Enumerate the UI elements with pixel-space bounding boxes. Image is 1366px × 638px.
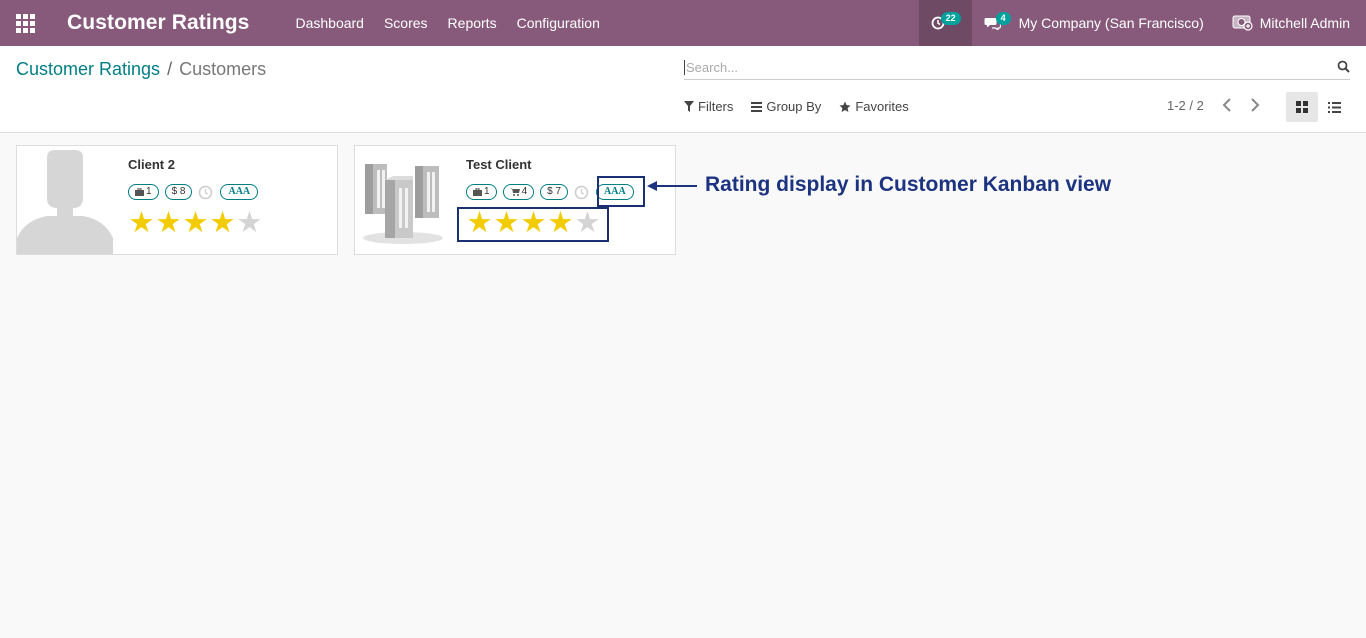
search-input[interactable] — [684, 60, 1324, 75]
sales-count: 1 — [146, 186, 152, 197]
breadcrumb-root-link[interactable]: Customer Ratings — [16, 59, 160, 79]
menu-reports[interactable]: Reports — [448, 15, 497, 31]
top-navbar: Customer Ratings Dashboard Scores Report… — [0, 0, 1366, 46]
card-customer-name: Client 2 — [128, 157, 175, 172]
message-count-badge: 4 — [995, 12, 1011, 25]
rating-star-3[interactable]: ★ — [182, 208, 209, 238]
kanban-card-client-2[interactable]: Client 2 1 $ 8 AAA ★ ★ ★ ★ ★ — [16, 145, 338, 255]
pager-next-icon[interactable] — [1250, 98, 1260, 117]
activity-clock-icon[interactable] — [574, 185, 589, 200]
breadcrumb-current: Customers — [179, 59, 267, 79]
company-switcher[interactable]: My Company (San Francisco) — [1019, 15, 1204, 31]
star-icon — [839, 101, 851, 112]
filters-label: Filters — [698, 99, 734, 114]
filters-button[interactable]: Filters — [684, 99, 733, 114]
cart-icon — [509, 188, 520, 196]
pager-previous-icon[interactable] — [1222, 98, 1232, 117]
activity-menu[interactable]: 22 — [918, 0, 972, 46]
rating-star-5[interactable]: ★ — [236, 208, 263, 238]
card-customer-name: Test Client — [466, 157, 532, 172]
control-panel: Customer Ratings / Customers Filters Group… — [0, 46, 1366, 133]
activity-clock-icon[interactable] — [198, 185, 213, 200]
rating-star-4[interactable]: ★ — [209, 208, 236, 238]
filter-icon — [684, 101, 694, 112]
favorites-label: Favorites — [855, 99, 909, 114]
briefcase-icon — [135, 188, 144, 196]
sales-count: 1 — [484, 186, 490, 197]
user-avatar-icon — [1232, 13, 1254, 34]
invoiced-amount: $ 8 — [171, 186, 186, 197]
list-view-button[interactable] — [1318, 92, 1350, 122]
rating-star-1[interactable]: ★ — [128, 208, 155, 238]
menu-configuration[interactable]: Configuration — [517, 15, 600, 31]
app-title: Customer Ratings — [67, 11, 250, 34]
search-icon[interactable] — [1337, 60, 1350, 78]
briefcase-icon — [473, 188, 482, 196]
stars-highlight — [457, 207, 609, 242]
bars-icon — [751, 101, 763, 112]
apps-grid-icon — [15, 13, 35, 33]
rating-star-2[interactable]: ★ — [155, 208, 182, 238]
search-options: Filters Group By Favorites — [684, 99, 927, 114]
invoiced-badge[interactable]: $ 7 — [540, 184, 569, 200]
group-by-label: Group By — [766, 99, 822, 114]
kanban-grid-icon — [1296, 101, 1308, 113]
sales-badge[interactable]: 1 — [466, 184, 497, 200]
search-bar — [684, 56, 1350, 80]
user-name: Mitchell Admin — [1259, 15, 1350, 31]
menu-dashboard[interactable]: Dashboard — [295, 15, 364, 31]
user-menu[interactable]: Mitchell Admin — [1232, 13, 1350, 34]
company-buildings-image — [355, 146, 451, 254]
pager-value[interactable]: 1-2 / 2 — [1167, 98, 1204, 113]
purchases-count: 4 — [521, 186, 528, 197]
list-icon — [1327, 101, 1341, 113]
rating-badge[interactable]: AAA — [220, 184, 259, 200]
kanban-view-button[interactable] — [1286, 92, 1318, 122]
invoiced-amount: $ 7 — [547, 186, 562, 197]
purchases-badge[interactable]: 4 — [502, 184, 535, 200]
breadcrumb-separator: / — [167, 59, 173, 79]
menu-scores[interactable]: Scores — [384, 15, 428, 31]
annotation-arrow-icon — [647, 181, 697, 191]
activity-count-badge: 22 — [940, 12, 961, 25]
card-badges: 1 $ 8 AAA — [128, 184, 264, 200]
apps-menu-button[interactable] — [0, 0, 50, 46]
favorites-button[interactable]: Favorites — [839, 99, 909, 114]
rating-badge-highlight — [597, 176, 645, 207]
invoiced-badge[interactable]: $ 8 — [164, 184, 193, 200]
breadcrumb: Customer Ratings / Customers — [16, 59, 266, 80]
group-by-button[interactable]: Group By — [751, 99, 821, 114]
star-rating: ★ ★ ★ ★ ★ — [128, 208, 263, 238]
messaging-menu[interactable]: 4 — [972, 0, 1013, 46]
person-placeholder-image — [17, 146, 113, 254]
sales-badge[interactable]: 1 — [128, 184, 159, 200]
annotation-label: Rating display in Customer Kanban view — [705, 173, 1112, 196]
